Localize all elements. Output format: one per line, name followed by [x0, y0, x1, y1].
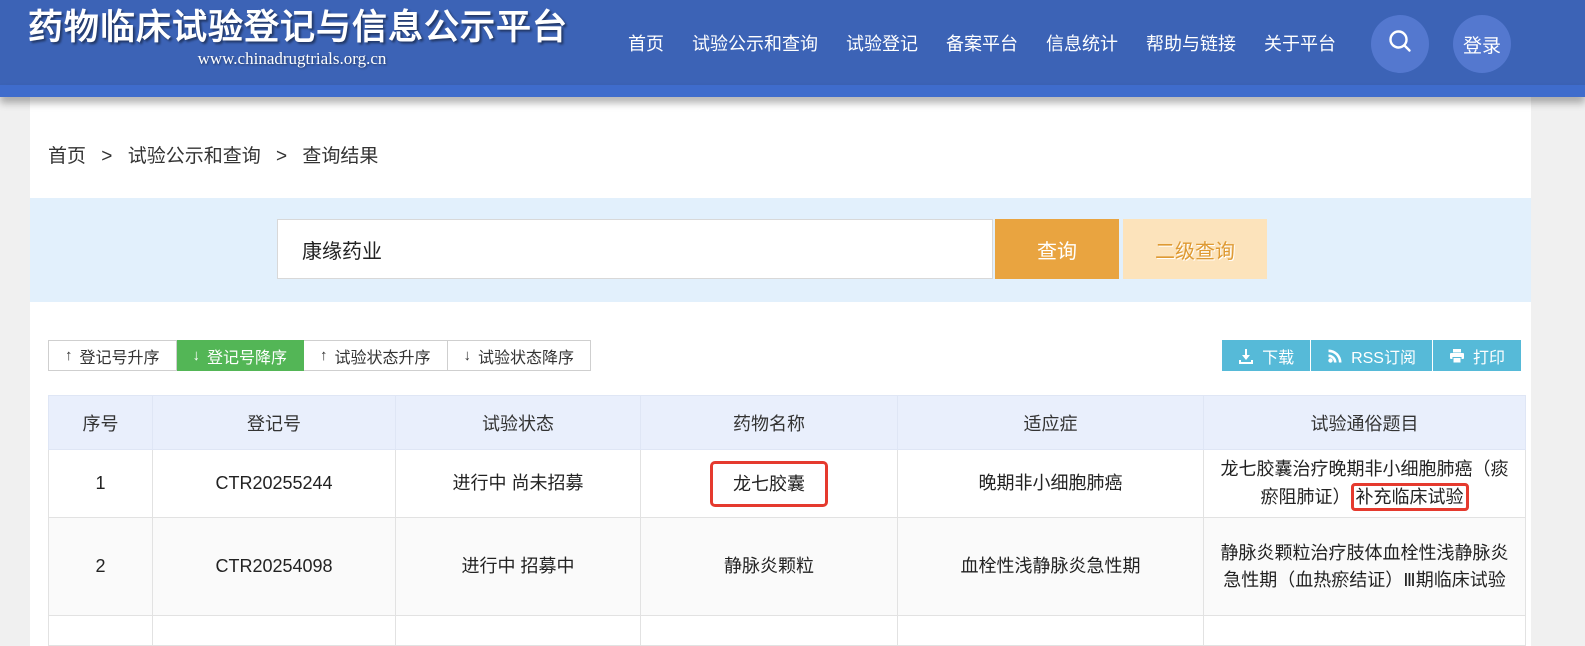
- sort-regno-asc-button[interactable]: ↑ 登记号升序: [48, 340, 177, 371]
- site-title: 药物临床试验登记与信息公示平台: [28, 8, 569, 47]
- column-header-status: 试验状态: [395, 395, 641, 450]
- login-button-label: 登录: [1462, 35, 1501, 57]
- content-card: 首页 > 试验公示和查询 > 查询结果 查询 二级查询 ↑ 登记号升序 ↓ 登记…: [30, 97, 1531, 646]
- breadcrumb-trial-search[interactable]: 试验公示和查询: [128, 146, 261, 167]
- nav-item-trial-search[interactable]: 试验公示和查询: [692, 30, 818, 56]
- public-title-cell: 龙七胶囊治疗晚期非小细胞肺癌（痰瘀阻肺证） 补充临床试验: [1203, 449, 1526, 518]
- nav-item-filing-platform[interactable]: 备案平台: [946, 30, 1018, 56]
- rss-subscribe-button[interactable]: RSS订阅: [1310, 340, 1432, 371]
- breadcrumb: 首页 > 试验公示和查询 > 查询结果: [30, 97, 1531, 168]
- arrow-up-icon: ↑: [65, 347, 73, 364]
- results-table: 序号 登记号 试验状态 药物名称 适应症 试验通俗题目 1 CTR20255244…: [48, 395, 1526, 646]
- table-row[interactable]: 1 CTR20255244 进行中 尚未招募 龙七胶囊 晚期非小细胞肺癌 龙七胶囊治疗晚期…: [48, 449, 1526, 518]
- table-row-partial: [48, 615, 1526, 646]
- column-header-public-title: 试验通俗题目: [1203, 395, 1526, 450]
- breadcrumb-home[interactable]: 首页: [48, 146, 86, 167]
- column-header-drug-name: 药物名称: [640, 395, 898, 450]
- registration-no-cell: CTR20254098: [152, 517, 396, 616]
- indication-cell: 晚期非小细胞肺癌: [897, 449, 1204, 518]
- breadcrumb-separator: >: [101, 146, 113, 167]
- row-index-cell: 1: [48, 449, 153, 518]
- arrow-down-icon: ↓: [463, 347, 472, 364]
- nav-item-about[interactable]: 关于平台: [1264, 30, 1336, 56]
- secondary-query-button[interactable]: 二级查询: [1123, 219, 1267, 279]
- column-header-reg-no: 登记号: [152, 395, 396, 450]
- site-url: www.chinadrugtrials.org.cn: [197, 49, 387, 68]
- main-nav: 首页 试验公示和查询 试验登记 备案平台 信息统计 帮助与链接 关于平台: [628, 0, 1336, 85]
- print-button[interactable]: 打印: [1431, 340, 1521, 371]
- breadcrumb-separator: >: [275, 146, 288, 167]
- header-search-button[interactable]: [1371, 15, 1429, 73]
- trial-status-cell: 进行中 招募中: [395, 517, 641, 616]
- download-button[interactable]: 下载: [1222, 340, 1311, 371]
- download-icon: [1238, 348, 1254, 364]
- search-input[interactable]: [277, 219, 993, 279]
- search-icon: [1387, 28, 1413, 60]
- search-section: 查询 二级查询: [30, 198, 1531, 302]
- print-icon: [1449, 348, 1465, 364]
- trial-status-cell: 进行中 尚未招募: [395, 449, 641, 518]
- site-logo[interactable]: 药物临床试验登记与信息公示平台 www.chinadrugtrials.org.…: [28, 7, 569, 69]
- header-strip: [0, 85, 1585, 97]
- site-header: 药物临床试验登记与信息公示平台 www.chinadrugtrials.org.…: [0, 0, 1585, 85]
- drug-name-cell: 静脉炎颗粒: [640, 517, 898, 616]
- nav-item-home[interactable]: 首页: [628, 30, 664, 56]
- results-table-header: 序号 登记号 试验状态 药物名称 适应症 试验通俗题目: [48, 395, 1526, 450]
- rss-icon: [1327, 348, 1343, 364]
- public-title-cell: 静脉炎颗粒治疗肢体血栓性浅静脉炎急性期（血热瘀结证）Ⅲ期临床试验: [1203, 517, 1526, 616]
- arrow-down-icon: ↓: [192, 347, 201, 364]
- registration-no-cell: CTR20255244: [152, 449, 396, 518]
- sort-status-asc-button[interactable]: ↑ 试验状态升序: [304, 340, 448, 371]
- column-header-indication: 适应症: [897, 395, 1204, 450]
- breadcrumb-query-results: 查询结果: [302, 146, 379, 167]
- indication-cell: 血栓性浅静脉炎急性期: [897, 517, 1204, 616]
- table-row[interactable]: 2 CTR20254098 进行中 招募中 静脉炎颗粒 血栓性浅静脉炎急性期 静脉炎颗粒治…: [48, 517, 1526, 616]
- toolbar: ↑ 登记号升序 ↓ 登记号降序 ↑ 试验状态升序 ↓ 试验状态降序 下载 RSS…: [30, 340, 1531, 371]
- annotation-box-title: 补充临床试验: [1350, 483, 1469, 511]
- results-table-body: 1 CTR20255244 进行中 尚未招募 龙七胶囊 晚期非小细胞肺癌 龙七胶囊治疗晚期…: [48, 449, 1526, 646]
- row-index-cell: 2: [48, 517, 153, 616]
- arrow-up-icon: ↑: [320, 347, 328, 364]
- annotation-box-drug: 龙七胶囊: [710, 460, 828, 507]
- login-button[interactable]: 登录: [1453, 15, 1511, 73]
- sort-status-desc-button[interactable]: ↓ 试验状态降序: [447, 340, 592, 371]
- query-button[interactable]: 查询: [995, 219, 1119, 279]
- drug-name-cell: 龙七胶囊: [640, 449, 898, 518]
- action-button-group: 下载 RSS订阅 打印: [1222, 340, 1521, 371]
- nav-item-statistics[interactable]: 信息统计: [1046, 30, 1118, 56]
- sort-regno-desc-button[interactable]: ↓ 登记号降序: [176, 340, 305, 371]
- column-header-index: 序号: [48, 395, 153, 450]
- nav-item-trial-registration[interactable]: 试验登记: [846, 30, 918, 56]
- sort-button-group: ↑ 登记号升序 ↓ 登记号降序 ↑ 试验状态升序 ↓ 试验状态降序: [48, 340, 592, 371]
- nav-item-help-links[interactable]: 帮助与链接: [1146, 30, 1236, 56]
